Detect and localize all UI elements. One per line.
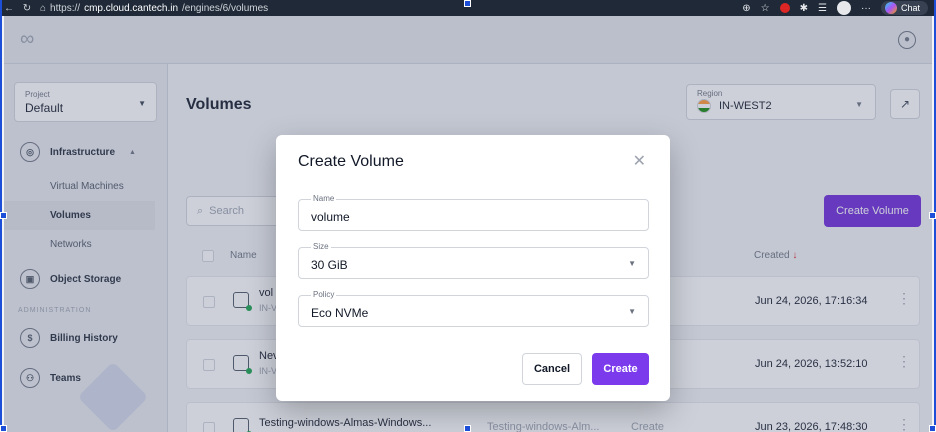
copilot-icon bbox=[884, 2, 897, 14]
browser-menu-icon[interactable]: ··· bbox=[861, 3, 871, 14]
reload-icon[interactable]: ↻ bbox=[18, 3, 36, 14]
policy-select[interactable]: Policy Eco NVMe ▼ bbox=[298, 290, 649, 327]
policy-field-value: Eco NVMe bbox=[311, 306, 369, 320]
address-bar[interactable]: ⌂ https://cmp.cloud.cantech.in/engines/6… bbox=[40, 3, 268, 14]
chevron-down-icon: ▼ bbox=[628, 307, 636, 316]
chevron-down-icon: ▼ bbox=[628, 259, 636, 268]
resize-handle-top[interactable] bbox=[464, 0, 471, 7]
size-field-label: Size bbox=[311, 242, 331, 251]
url-path: /engines/6/volumes bbox=[182, 2, 269, 14]
copilot-chat-button[interactable]: Chat bbox=[880, 1, 928, 15]
browser-profile-icon[interactable] bbox=[836, 1, 851, 15]
name-field[interactable]: Name volume bbox=[298, 194, 649, 231]
back-icon[interactable]: ← bbox=[0, 3, 18, 14]
favorite-star-icon[interactable]: ☆ bbox=[761, 3, 770, 14]
url-host: cmp.cloud.cantech.in bbox=[84, 2, 179, 14]
size-select[interactable]: Size 30 GiB ▼ bbox=[298, 242, 649, 279]
policy-field-label: Policy bbox=[311, 290, 337, 299]
create-volume-dialog: Create Volume ✕ Name volume Size 30 GiB … bbox=[276, 135, 670, 401]
resize-handle-left[interactable] bbox=[0, 212, 7, 219]
resize-handle-right[interactable] bbox=[929, 212, 936, 219]
resize-handle-bottom-left[interactable] bbox=[0, 425, 7, 432]
cancel-button[interactable]: Cancel bbox=[522, 353, 582, 385]
name-field-label: Name bbox=[311, 194, 337, 203]
favorites-bar-icon[interactable]: ☰ bbox=[818, 3, 827, 14]
size-field-value: 30 GiB bbox=[311, 258, 348, 272]
extension-icon[interactable] bbox=[779, 3, 790, 13]
site-info-icon[interactable]: ⌂ bbox=[40, 3, 46, 14]
create-button[interactable]: Create bbox=[592, 353, 649, 385]
extensions-puzzle-icon[interactable]: ✱ bbox=[800, 3, 808, 14]
chat-label: Chat bbox=[900, 3, 920, 13]
url-prefix: https:// bbox=[50, 2, 81, 14]
close-icon[interactable]: ✕ bbox=[633, 151, 646, 171]
resize-handle-bottom-right[interactable] bbox=[929, 425, 936, 432]
resize-handle-bottom[interactable] bbox=[464, 425, 471, 432]
dialog-title: Create Volume bbox=[298, 153, 404, 170]
zoom-icon[interactable]: ⊕ bbox=[742, 3, 750, 14]
name-field-value: volume bbox=[311, 210, 350, 224]
